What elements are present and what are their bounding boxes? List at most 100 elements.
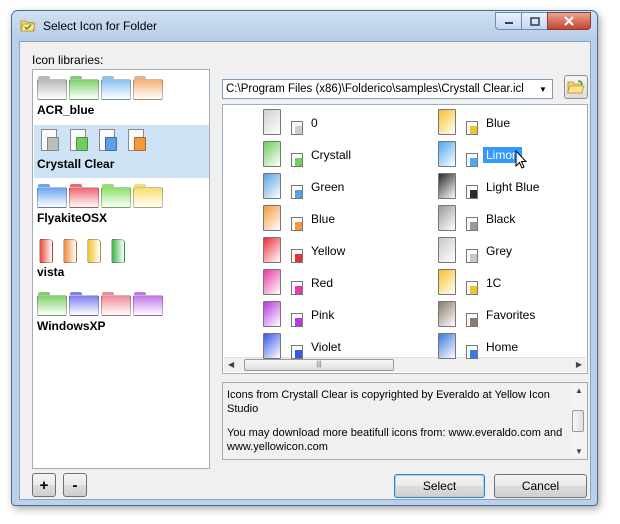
icon-item[interactable]: Pink bbox=[263, 301, 423, 333]
folder-icon bbox=[69, 182, 99, 208]
remove-library-button[interactable]: - bbox=[63, 473, 87, 497]
small-icon bbox=[291, 185, 303, 199]
small-icon bbox=[291, 281, 303, 295]
add-library-button[interactable]: + bbox=[32, 473, 56, 497]
icon-item[interactable]: Red bbox=[263, 269, 423, 301]
folder-icon bbox=[133, 290, 163, 316]
library-item[interactable]: vista bbox=[34, 233, 209, 286]
folder-icon bbox=[37, 290, 67, 316]
large-icon bbox=[438, 141, 460, 169]
folder-icon bbox=[133, 74, 163, 100]
cancel-button[interactable]: Cancel bbox=[494, 474, 587, 498]
small-icon bbox=[466, 153, 478, 167]
folder-icon bbox=[37, 182, 67, 208]
small-icon bbox=[466, 345, 478, 359]
library-name: Crystall Clear bbox=[37, 157, 115, 171]
small-icon bbox=[291, 121, 303, 135]
icon-item[interactable]: Green bbox=[263, 173, 423, 205]
large-icon bbox=[263, 333, 285, 361]
small-icon bbox=[466, 185, 478, 199]
icon-name: Pink bbox=[311, 308, 335, 322]
library-item[interactable]: WindowsXP bbox=[34, 287, 209, 340]
library-path-value: C:\Program Files (x86)\Folderico\samples… bbox=[226, 83, 524, 95]
library-path-combobox[interactable]: C:\Program Files (x86)\Folderico\samples… bbox=[222, 79, 553, 99]
maximize-icon bbox=[529, 16, 540, 26]
small-icon bbox=[291, 345, 303, 359]
library-item[interactable]: Crystall Clear bbox=[34, 125, 209, 178]
large-icon bbox=[438, 333, 460, 361]
large-icon bbox=[263, 269, 285, 297]
library-item[interactable]: ACR_blue bbox=[34, 71, 209, 124]
title-bar[interactable]: Select Icon for Folder bbox=[12, 11, 597, 41]
mouse-cursor-icon bbox=[515, 150, 528, 169]
window-title: Select Icon for Folder bbox=[43, 19, 158, 33]
folder-icon bbox=[63, 236, 77, 264]
folder-icon bbox=[133, 182, 163, 208]
icon-name: Red bbox=[311, 276, 334, 290]
icon-item[interactable]: Yellow bbox=[263, 237, 423, 269]
icon-item[interactable]: Favorites bbox=[438, 301, 598, 333]
large-icon bbox=[263, 205, 285, 233]
icon-item[interactable]: 1C bbox=[438, 269, 598, 301]
icon-name: Favorites bbox=[486, 308, 536, 322]
folder-icon bbox=[101, 74, 131, 100]
folder-icon bbox=[69, 290, 99, 316]
download-text: You may download more beatifull icons fr… bbox=[227, 427, 563, 453]
library-name: FlyakiteOSX bbox=[37, 211, 108, 225]
icon-item[interactable]: Blue bbox=[438, 109, 598, 141]
description-box: Icons from Crystall Clear is copyrighted… bbox=[222, 382, 588, 460]
library-name: ACR_blue bbox=[37, 103, 95, 117]
select-button[interactable]: Select bbox=[394, 474, 485, 498]
folder-icon bbox=[37, 74, 67, 100]
maximize-button[interactable] bbox=[521, 12, 547, 30]
folder-icon bbox=[39, 236, 53, 264]
icon-item[interactable]: Light Blue bbox=[438, 173, 598, 205]
large-icon bbox=[263, 301, 285, 329]
icon-name: 1C bbox=[486, 276, 502, 290]
icon-name: Light Blue bbox=[486, 180, 540, 194]
large-icon bbox=[438, 301, 460, 329]
icon-item[interactable]: Violet bbox=[263, 333, 423, 365]
large-icon bbox=[438, 269, 460, 297]
copyright-text: Icons from Crystall Clear is copyrighted… bbox=[227, 389, 550, 415]
browse-button[interactable] bbox=[564, 75, 588, 99]
dialog-window: Select Icon for Folder Icon libraries: A… bbox=[11, 10, 598, 506]
icon-item[interactable]: Black bbox=[438, 205, 598, 237]
large-icon bbox=[438, 205, 460, 233]
icons-grid[interactable]: ◀ ||| ▶ 0 Crystall Green Blue Yellow Red Pink V… bbox=[222, 104, 588, 374]
icon-libraries-list[interactable]: ACR_blue Crystall Clear FlyakiteOSX vista Wi… bbox=[32, 69, 210, 469]
large-icon bbox=[263, 237, 285, 265]
icon-libraries-label: Icon libraries: bbox=[32, 53, 104, 67]
vertical-scrollbar[interactable]: ▲ ▼ bbox=[571, 384, 586, 458]
scrollbar-thumb[interactable] bbox=[572, 410, 584, 432]
library-name: vista bbox=[37, 265, 65, 279]
scroll-left-icon[interactable]: ◀ bbox=[228, 360, 234, 369]
scroll-down-icon[interactable]: ▼ bbox=[575, 447, 583, 456]
icon-item[interactable]: 0 bbox=[263, 109, 423, 141]
icon-item[interactable]: Blue bbox=[263, 205, 423, 237]
close-button[interactable] bbox=[547, 12, 591, 30]
chevron-down-icon[interactable]: ▼ bbox=[535, 81, 551, 97]
large-icon bbox=[438, 109, 460, 137]
small-icon bbox=[291, 249, 303, 263]
scroll-up-icon[interactable]: ▲ bbox=[575, 386, 583, 395]
icon-name: Green bbox=[311, 180, 345, 194]
icon-item[interactable]: Grey bbox=[438, 237, 598, 269]
large-icon bbox=[263, 173, 285, 201]
icon-item[interactable]: Crystall bbox=[263, 141, 423, 173]
icon-item[interactable]: Home bbox=[438, 333, 598, 365]
large-icon bbox=[438, 237, 460, 265]
minimize-button[interactable] bbox=[495, 12, 521, 30]
small-icon bbox=[466, 249, 478, 263]
folder-icon bbox=[20, 20, 36, 32]
icon-name: Blue bbox=[311, 212, 336, 226]
small-icon bbox=[466, 217, 478, 231]
folder-icon bbox=[87, 236, 101, 264]
open-folder-icon bbox=[567, 80, 585, 94]
large-icon bbox=[438, 173, 460, 201]
large-icon bbox=[263, 141, 285, 169]
icon-name: Blue bbox=[486, 116, 511, 130]
icon-name: Violet bbox=[311, 340, 341, 354]
icon-name: Crystall bbox=[311, 148, 352, 162]
library-item[interactable]: FlyakiteOSX bbox=[34, 179, 209, 232]
